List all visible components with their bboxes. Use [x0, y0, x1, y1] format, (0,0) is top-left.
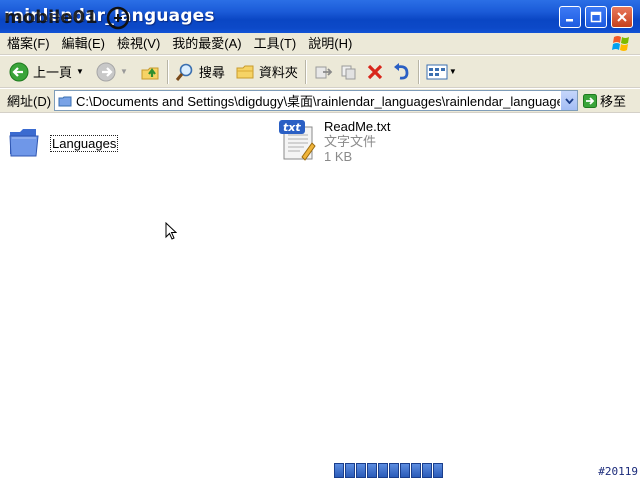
views-dropdown-icon[interactable]: ▼ — [449, 67, 457, 76]
window-title: rainlendar_languages — [4, 6, 215, 26]
taskband-icon[interactable] — [389, 463, 399, 478]
windows-logo-icon — [612, 36, 629, 51]
up-folder-button[interactable] — [137, 58, 163, 86]
menu-tools[interactable]: 工具(T) — [247, 33, 302, 55]
file-list-pane[interactable]: Languages txt ReadMe.txt 文字文件 1 KB #2011… — [0, 114, 640, 480]
copy-to-button[interactable] — [336, 58, 362, 86]
file-name: ReadMe.txt — [324, 119, 391, 134]
floating-taskband[interactable] — [334, 463, 450, 480]
forward-dropdown-icon[interactable]: ▼ — [120, 67, 128, 76]
maximize-icon — [590, 11, 602, 23]
views-button[interactable]: ▼ — [423, 58, 460, 86]
toolbar-separator — [417, 59, 419, 84]
back-button[interactable]: 上一頁 ▼ — [6, 58, 87, 86]
minimize-icon — [566, 19, 573, 22]
folders-icon — [236, 65, 254, 78]
go-button[interactable]: 移至 — [583, 91, 626, 110]
file-item-languages[interactable]: Languages — [8, 126, 119, 158]
file-type: 文字文件 — [324, 134, 377, 149]
taskband-icon[interactable] — [433, 463, 443, 478]
taskband-icon[interactable] — [422, 463, 432, 478]
close-button[interactable] — [611, 6, 633, 28]
copy-to-icon — [341, 65, 356, 79]
folder-icon — [9, 129, 39, 157]
go-label: 移至 — [600, 94, 627, 109]
address-label: 網址(D) — [7, 94, 52, 109]
menu-help[interactable]: 說明(H) — [301, 33, 357, 55]
taskband-icon[interactable] — [400, 463, 410, 478]
folders-button[interactable]: 資料夾 — [232, 58, 301, 86]
file-details: ReadMe.txt 文字文件 1 KB — [324, 119, 390, 164]
taskband-icon[interactable] — [378, 463, 388, 478]
title-bar[interactable]: rainlendar_languages mobile01 — [0, 0, 640, 33]
delete-icon — [367, 64, 383, 79]
taskband-icon[interactable] — [345, 463, 355, 478]
taskband-icon[interactable] — [367, 463, 377, 478]
menu-view[interactable]: 檢視(V) — [110, 33, 165, 55]
toolbar: 上一頁 ▼ ▼ 搜尋 資料夾 ▼ — [0, 56, 640, 88]
back-arrow-icon — [9, 62, 29, 81]
delete-button[interactable] — [362, 58, 388, 86]
views-icon — [426, 64, 448, 79]
address-dropdown-button[interactable] — [560, 91, 578, 110]
taskband-icon[interactable] — [334, 463, 344, 478]
undo-button[interactable] — [388, 58, 414, 86]
move-to-button[interactable] — [310, 58, 336, 86]
image-stamp: #20119 — [598, 465, 638, 478]
taskband-icon[interactable] — [356, 463, 366, 478]
undo-icon — [393, 62, 409, 80]
go-arrow-icon — [583, 93, 598, 108]
file-size: 1 KB — [324, 149, 353, 164]
menu-bar: 檔案(F) 編輯(E) 檢視(V) 我的最愛(A) 工具(T) 說明(H) — [0, 33, 640, 55]
folder-small-icon — [58, 96, 72, 106]
forward-button[interactable]: ▼ — [93, 58, 131, 86]
address-path: C:\Documents and Settings\digdugy\桌面\rai… — [76, 94, 571, 109]
minimize-button[interactable] — [559, 6, 581, 28]
back-dropdown-icon[interactable]: ▼ — [76, 67, 84, 76]
toolbar-separator — [166, 59, 168, 84]
back-label: 上一頁 — [33, 65, 73, 80]
toolbar-separator — [304, 59, 306, 84]
mouse-pointer-icon — [165, 222, 177, 240]
address-input[interactable]: C:\Documents and Settings\digdugy\桌面\rai… — [54, 90, 579, 111]
taskband-icon[interactable] — [411, 463, 421, 478]
menu-file[interactable]: 檔案(F) — [0, 33, 55, 55]
file-item-readme[interactable]: txt ReadMe.txt 文字文件 1 KB — [278, 119, 390, 164]
svg-text:txt: txt — [283, 121, 301, 134]
search-icon — [175, 63, 193, 81]
close-icon — [617, 12, 627, 22]
search-button[interactable]: 搜尋 — [172, 58, 228, 86]
forward-arrow-icon — [96, 62, 116, 81]
address-bar: 網址(D) C:\Documents and Settings\digdugy\… — [0, 89, 640, 113]
up-folder-icon — [141, 67, 159, 79]
menu-edit[interactable]: 編輯(E) — [55, 33, 110, 55]
file-name: Languages — [50, 134, 119, 152]
move-to-icon — [315, 66, 333, 78]
folders-label: 資料夾 — [258, 65, 298, 80]
menu-favorites[interactable]: 我的最愛(A) — [165, 33, 246, 55]
maximize-button[interactable] — [585, 6, 607, 28]
text-file-icon: txt — [279, 120, 316, 161]
search-label: 搜尋 — [198, 65, 225, 80]
chevron-down-icon — [564, 97, 574, 104]
